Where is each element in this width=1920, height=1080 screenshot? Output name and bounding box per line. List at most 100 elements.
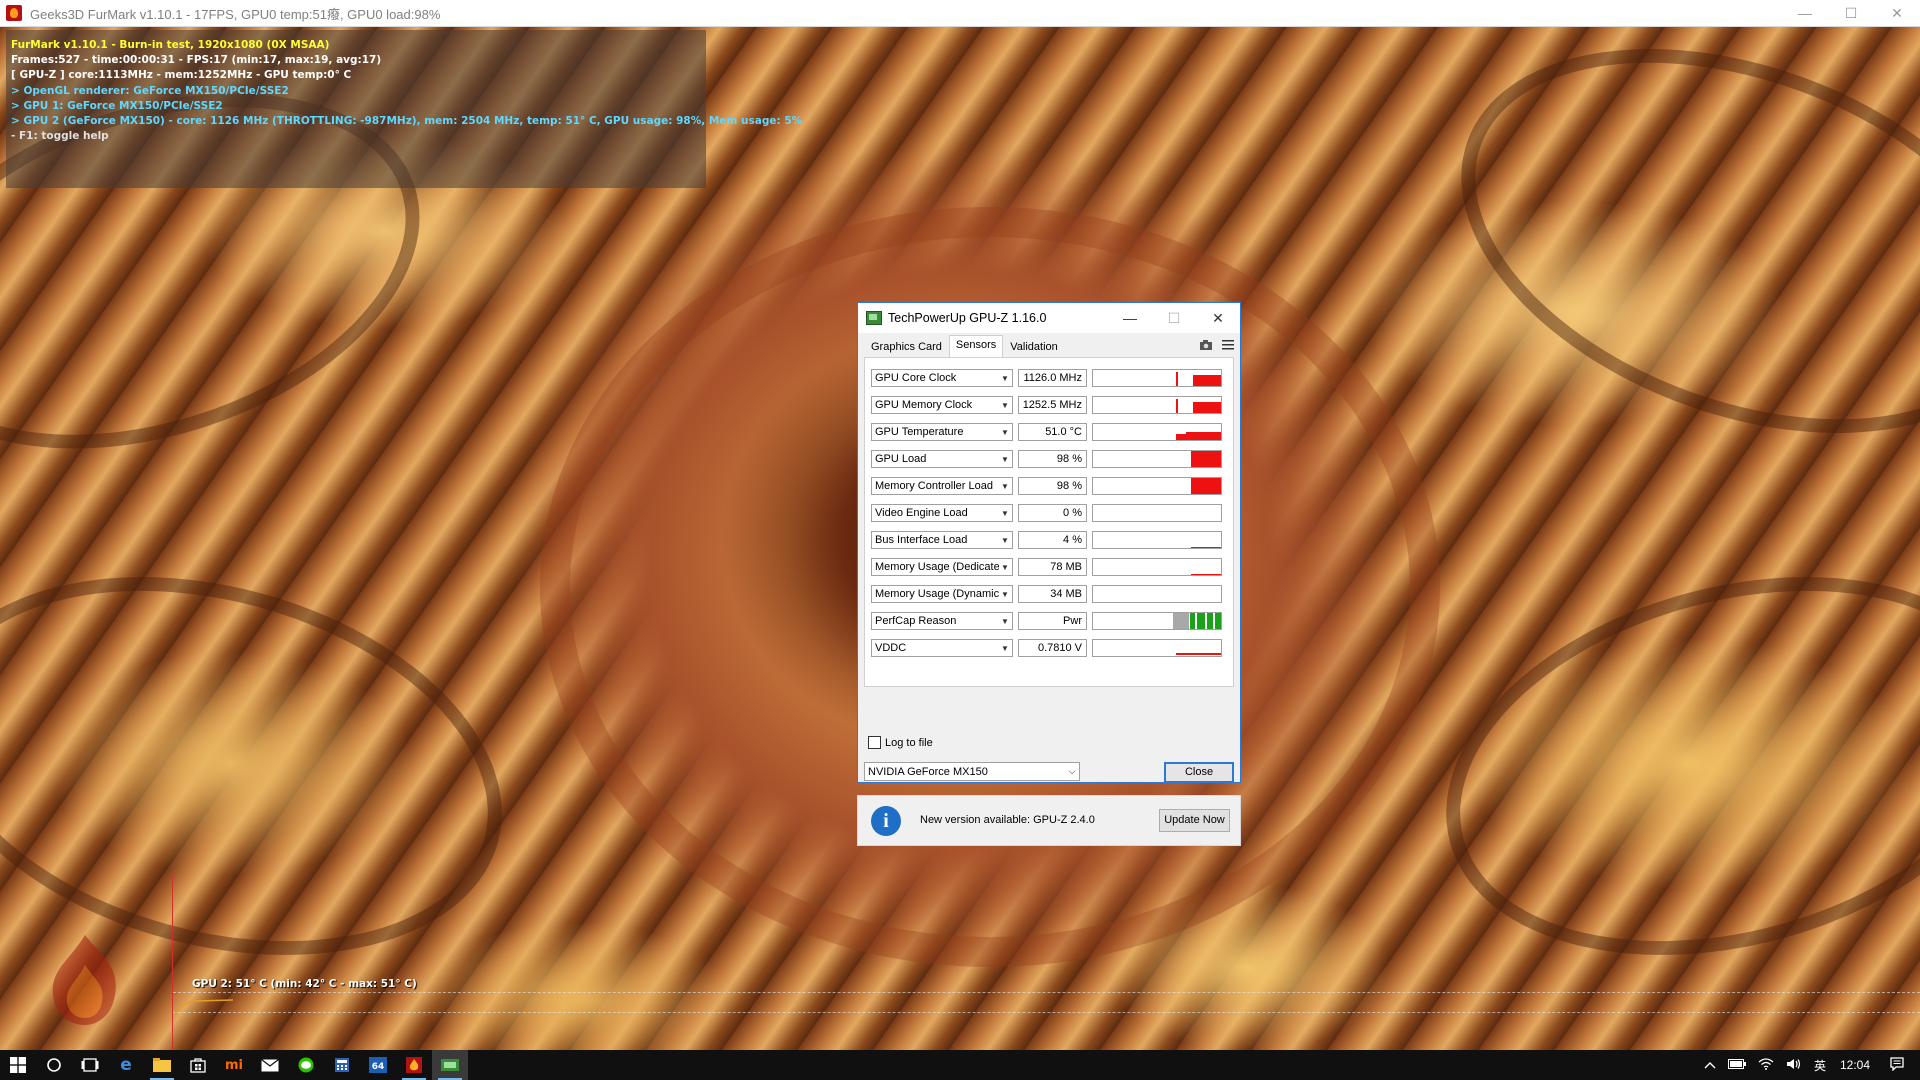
sensor-name-dropdown[interactable]: Bus Interface Load ▼ (871, 531, 1013, 549)
dropdown-arrow-icon: ▼ (1001, 454, 1009, 464)
gpuz-titlebar: TechPowerUp GPU-Z 1.16.0 — ☐ ✕ (858, 303, 1240, 333)
sensor-value: 98 % (1018, 450, 1087, 468)
furmark-window-title: Geeks3D FurMark v1.10.1 - 17FPS, GPU0 te… (30, 6, 441, 22)
svg-text:64: 64 (372, 1062, 385, 1072)
menu-icon[interactable] (1220, 339, 1236, 353)
edge-icon[interactable]: e (108, 1050, 144, 1080)
tab-validation[interactable]: Validation (1003, 337, 1065, 359)
tab-graphics-card[interactable]: Graphics Card (864, 337, 949, 359)
sensor-graph (1092, 639, 1222, 657)
log-to-file-label: Log to file (885, 736, 933, 749)
sensor-graph (1092, 477, 1222, 495)
sensor-name-dropdown[interactable]: Memory Usage (Dedicated) ▼ (871, 558, 1013, 576)
info-icon: i (871, 806, 901, 836)
chevron-up-icon[interactable] (1698, 1058, 1722, 1072)
sensor-name-dropdown[interactable]: VDDC ▼ (871, 639, 1013, 657)
ime-indicator[interactable]: 英 (1808, 1057, 1832, 1074)
graph-bar (1173, 613, 1185, 629)
task-view-icon[interactable] (72, 1050, 108, 1080)
dropdown-arrow-icon: ▼ (1001, 400, 1009, 410)
sensor-row: Memory Controller Load ▼ 98 % (871, 476, 1222, 496)
furmark-icon[interactable] (396, 1050, 432, 1080)
windows-start-icon[interactable] (0, 1050, 36, 1080)
close-button[interactable]: ✕ (1874, 0, 1920, 26)
sensor-row: Memory Usage (Dynamic) ▼ 34 MB (871, 584, 1222, 604)
gpu-select-value: NVIDIA GeForce MX150 (868, 765, 988, 778)
graph-bar (1197, 613, 1205, 629)
graph-bar (1191, 478, 1221, 494)
log-to-file-option[interactable]: Log to file (868, 736, 933, 749)
sensor-name: Memory Usage (Dynamic) (875, 588, 999, 600)
wifi-icon[interactable] (1752, 1057, 1780, 1073)
battery-icon[interactable] (1722, 1058, 1752, 1072)
gpuz-close-button[interactable]: ✕ (1196, 303, 1240, 333)
sensor-value: 0.7810 V (1018, 639, 1087, 657)
sensor-name-dropdown[interactable]: Video Engine Load ▼ (871, 504, 1013, 522)
gpu-select-dropdown[interactable]: NVIDIA GeForce MX150 ⌵ (864, 762, 1080, 781)
sensor-value: 78 MB (1018, 558, 1087, 576)
system-tray: 英 12:04 (1698, 1050, 1920, 1080)
file-explorer-icon[interactable] (144, 1050, 180, 1080)
update-now-button[interactable]: Update Now (1159, 809, 1230, 832)
chevron-down-icon: ⌵ (1068, 766, 1076, 776)
sensor-value: 98 % (1018, 477, 1087, 495)
sensor-graph (1092, 558, 1222, 576)
wechat-icon[interactable] (288, 1050, 324, 1080)
sensor-graph (1092, 585, 1222, 603)
mail-icon[interactable] (252, 1050, 288, 1080)
temp-graph-gridline (173, 992, 1920, 993)
graph-bar (1207, 613, 1213, 629)
store-icon[interactable] (180, 1050, 216, 1080)
sensor-name-dropdown[interactable]: Memory Controller Load ▼ (871, 477, 1013, 495)
maximize-button[interactable]: ☐ (1828, 0, 1874, 26)
sensor-name-dropdown[interactable]: PerfCap Reason ▼ (871, 612, 1013, 630)
gpuz-minimize-button[interactable]: — (1108, 303, 1152, 333)
clock[interactable]: 12:04 (1832, 1058, 1884, 1072)
dropdown-arrow-icon: ▼ (1001, 508, 1009, 518)
sensor-name: GPU Temperature (875, 426, 964, 438)
sensor-value: 1126.0 MHz (1018, 369, 1087, 387)
sensor-graph (1092, 423, 1222, 441)
graph-bar (1193, 375, 1221, 386)
log-to-file-checkbox[interactable] (868, 736, 881, 749)
update-message: New version available: GPU-Z 2.4.0 (920, 814, 1095, 826)
graph-bar (1191, 547, 1221, 548)
dropdown-arrow-icon: ▼ (1001, 373, 1009, 383)
close-button[interactable]: Close (1164, 762, 1234, 783)
gpuz-maximize-button[interactable]: ☐ (1152, 303, 1196, 333)
minimize-button[interactable]: — (1782, 0, 1828, 26)
overlay-line: > OpenGL renderer: GeForce MX150/PCIe/SS… (11, 84, 289, 97)
dropdown-arrow-icon: ▼ (1001, 481, 1009, 491)
cortana-icon[interactable] (36, 1050, 72, 1080)
sensor-name-dropdown[interactable]: GPU Load ▼ (871, 450, 1013, 468)
sensor-name: PerfCap Reason (875, 615, 957, 627)
sensor-value: 1252.5 MHz (1018, 396, 1087, 414)
gpu-z-icon[interactable] (432, 1050, 468, 1080)
graph-bar (1191, 451, 1221, 467)
camera-icon[interactable] (1198, 339, 1214, 353)
temp-graph-axis (172, 876, 173, 1050)
dropdown-arrow-icon: ▼ (1001, 589, 1009, 599)
graph-bar (1191, 574, 1221, 575)
sensor-row: GPU Core Clock ▼ 1126.0 MHz (871, 368, 1222, 388)
sensor-name-dropdown[interactable]: Memory Usage (Dynamic) ▼ (871, 585, 1013, 603)
gpuz-tab-bar: Graphics Card Sensors Validation (864, 335, 1065, 359)
tab-sensors[interactable]: Sensors (948, 335, 1004, 358)
sensor-name: Memory Controller Load (875, 480, 993, 492)
graph-bar (1215, 613, 1221, 629)
overlay-line: > GPU 1: GeForce MX150/PCIe/SSE2 (11, 99, 223, 112)
sensor-name-dropdown[interactable]: GPU Temperature ▼ (871, 423, 1013, 441)
sensor-name: GPU Load (875, 453, 927, 465)
gpuz-app-icon (866, 311, 882, 325)
overlay-line: > GPU 2 (GeForce MX150) - core: 1126 MHz… (11, 115, 803, 128)
volume-icon[interactable] (1780, 1058, 1808, 1073)
overlay-line: [ GPU-Z ] core:1113MHz - mem:1252MHz - G… (11, 69, 352, 82)
sensor-name-dropdown[interactable]: GPU Memory Clock ▼ (871, 396, 1013, 414)
furmark-app-icon (6, 5, 22, 21)
cpu-z-64-icon[interactable]: 64 (360, 1050, 396, 1080)
mi-icon[interactable]: mi (216, 1050, 252, 1080)
calculator-icon[interactable] (324, 1050, 360, 1080)
sensor-name-dropdown[interactable]: GPU Core Clock ▼ (871, 369, 1013, 387)
action-center-icon[interactable] (1884, 1056, 1920, 1074)
sensor-graph (1092, 612, 1222, 630)
